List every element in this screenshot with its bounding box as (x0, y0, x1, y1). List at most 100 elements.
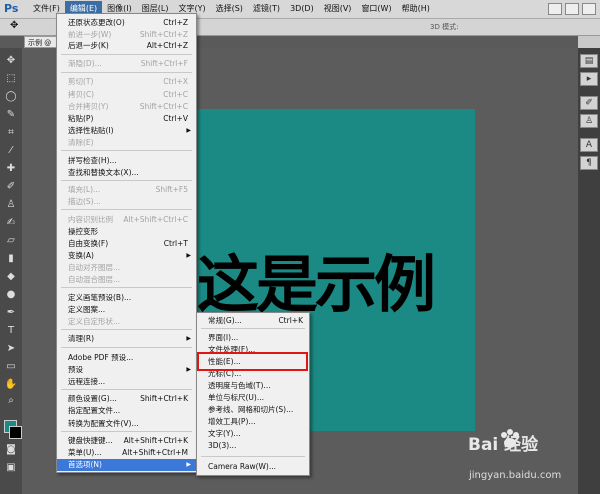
blur-icon[interactable]: ◆ (3, 270, 19, 284)
move-tool-icon[interactable]: ✥ (10, 20, 18, 31)
edit-menu-item-label: 清除(E) (68, 138, 94, 147)
edit-menu-item[interactable]: 预设 ▶ (57, 364, 196, 376)
menu-view[interactable]: 视图(V) (319, 1, 357, 17)
healing-icon[interactable]: ✚ (3, 162, 19, 176)
edit-menu-item[interactable]: 选择性粘贴(I) ▶ (57, 125, 196, 137)
edit-menu-item[interactable]: 菜单(U)... Alt+Shift+Ctrl+M (57, 447, 196, 459)
menu-3d[interactable]: 3D(D) (285, 1, 319, 17)
stamp-icon[interactable]: ♙ (3, 198, 19, 212)
menu-select[interactable]: 选择(S) (211, 1, 248, 17)
edit-menu-item-label: 剪切(T) (68, 77, 94, 86)
edit-menu-item-label: 自动对齐图层... (68, 263, 121, 272)
menu-help[interactable]: 帮助(H) (397, 1, 435, 17)
paragraph-panel-icon[interactable]: ¶ (580, 156, 598, 170)
brush-icon[interactable]: ✐ (3, 180, 19, 194)
dodge-icon[interactable]: ● (3, 288, 19, 302)
preferences-menu-item-label: 参考线、网格和切片(S)... (208, 405, 294, 414)
edit-menu-item-shortcut: Alt+Ctrl+Z (146, 41, 188, 50)
submenu-arrow-icon: ▶ (186, 127, 191, 134)
history-panel-icon[interactable]: ▤ (580, 54, 598, 68)
preferences-menu-item[interactable]: 文字(Y)... (197, 428, 309, 440)
history-brush-icon[interactable]: ✍ (3, 216, 19, 230)
edit-menu-item[interactable]: Adobe PDF 预设... (57, 352, 196, 364)
gradient-icon[interactable]: ▮ (3, 252, 19, 266)
edit-menu-item-label: 远程连接... (68, 377, 106, 386)
edit-menu-item[interactable]: 远程连接... (57, 376, 196, 388)
edit-menu-item[interactable]: 定义图案... (57, 304, 196, 316)
shape-icon[interactable]: ▭ (3, 360, 19, 374)
menu-filter[interactable]: 滤镜(T) (248, 1, 285, 17)
path-select-icon[interactable]: ➤ (3, 342, 19, 356)
edit-menu-item[interactable]: 首选项(N) ▶ (57, 459, 196, 471)
window-controls (548, 3, 596, 15)
edit-menu-item: 自动对齐图层... (57, 262, 196, 274)
preferences-menu-item[interactable]: 参考线、网格和切片(S)... (197, 404, 309, 416)
edit-menu-item[interactable]: 查找和替换文本(X)... (57, 167, 196, 179)
right-panel-dock: ▤ ▸ ✐ ♙ A ¶ (578, 36, 600, 494)
clone-panel-icon[interactable]: ♙ (580, 114, 598, 128)
edit-menu-item[interactable]: 定义画笔预设(B)... (57, 292, 196, 304)
preferences-menu-item-label: 透明度与色域(T)... (208, 381, 271, 390)
edit-menu-item[interactable]: 拼写检查(H)... (57, 155, 196, 167)
preferences-menu-item[interactable]: 单位与标尺(U)... (197, 392, 309, 404)
maximize-button[interactable] (565, 3, 579, 15)
edit-menu-item-label: 查找和替换文本(X)... (68, 168, 139, 177)
preferences-menu-item[interactable]: 界面(I)... (197, 332, 309, 344)
edit-menu-item-shortcut: Ctrl+Z (163, 18, 188, 27)
quick-mask-icon[interactable]: ◙ (3, 443, 19, 457)
preferences-menu-item[interactable]: Camera Raw(W)... (197, 461, 309, 473)
actions-panel-icon[interactable]: ▸ (580, 72, 598, 86)
screen-mode-icon[interactable]: ▣ (3, 461, 19, 475)
edit-menu-item-label: 选择性粘贴(I) (68, 126, 114, 135)
preferences-menu-item[interactable]: 透明度与色域(T)... (197, 380, 309, 392)
close-button[interactable] (582, 3, 596, 15)
preferences-menu-item[interactable]: 3D(3)... (197, 440, 309, 452)
edit-menu-item[interactable]: 操控变形 (57, 226, 196, 238)
zoom-icon[interactable]: ⌕ (3, 394, 19, 408)
preferences-menu-item[interactable]: 常规(G)... Ctrl+K (197, 315, 309, 327)
tools-panel: ✥ ⬚ ◯ ✎ ⌗ ⁄ ✚ ✐ ♙ ✍ ▱ ▮ ◆ ● ✒ T ➤ ▭ ✋ ⌕ … (0, 48, 23, 494)
edit-menu-item[interactable]: 还原状态更改(O) Ctrl+Z (57, 17, 196, 29)
move-icon[interactable]: ✥ (3, 54, 19, 68)
edit-menu-item-shortcut: Alt+Shift+Ctrl+M (122, 448, 188, 457)
edit-menu-item[interactable]: 颜色设置(G)... Shift+Ctrl+K (57, 393, 196, 405)
type-tool-icon[interactable]: T (3, 324, 19, 338)
edit-menu-item-shortcut: Alt+Shift+Ctrl+K (123, 436, 188, 445)
eyedropper-icon[interactable]: ⁄ (3, 144, 19, 158)
document-tab[interactable]: 示例 @ (24, 36, 58, 48)
menu-window[interactable]: 窗口(W) (356, 1, 396, 17)
menu-separator (61, 329, 192, 330)
brush-panel-icon[interactable]: ✐ (580, 96, 598, 110)
preferences-menu-item-label: 3D(3)... (208, 441, 237, 450)
edit-menu-item[interactable]: 指定配置文件... (57, 405, 196, 417)
preferences-menu-item[interactable]: 增效工具(P)... (197, 416, 309, 428)
submenu-arrow-icon: ▶ (186, 252, 191, 259)
crop-icon[interactable]: ⌗ (3, 126, 19, 140)
edit-menu-item[interactable]: 自由变换(F) Ctrl+T (57, 238, 196, 250)
edit-menu-item[interactable]: 后退一步(K) Alt+Ctrl+Z (57, 40, 196, 52)
menu-separator (61, 287, 192, 288)
character-panel-icon[interactable]: A (580, 138, 598, 152)
menu-separator (61, 54, 192, 55)
highlight-box (197, 352, 308, 371)
edit-menu-item[interactable]: 键盘快捷键... Alt+Shift+Ctrl+K (57, 435, 196, 447)
pen-icon[interactable]: ✒ (3, 306, 19, 320)
menu-separator (201, 328, 305, 329)
marquee-icon[interactable]: ⬚ (3, 72, 19, 86)
preferences-menu-item-label: 常规(G)... (208, 316, 242, 325)
edit-menu-item[interactable]: 转换为配置文件(V)... (57, 418, 196, 430)
edit-menu-item-label: 内容识别比例 (68, 215, 113, 224)
minimize-button[interactable] (548, 3, 562, 15)
edit-menu-item[interactable]: 清理(R) ▶ (57, 333, 196, 345)
lasso-icon[interactable]: ◯ (3, 90, 19, 104)
menu-separator (61, 72, 192, 73)
edit-menu-item[interactable]: 粘贴(P) Ctrl+V (57, 113, 196, 125)
hand-icon[interactable]: ✋ (3, 378, 19, 392)
menu-separator (61, 431, 192, 432)
edit-menu-item[interactable]: 变换(A) ▶ (57, 250, 196, 262)
eraser-icon[interactable]: ▱ (3, 234, 19, 248)
background-color-swatch[interactable] (9, 426, 22, 439)
3d-mode-label: 3D 模式: (430, 23, 459, 31)
quick-select-icon[interactable]: ✎ (3, 108, 19, 122)
preferences-menu-item-label: Camera Raw(W)... (208, 462, 277, 471)
